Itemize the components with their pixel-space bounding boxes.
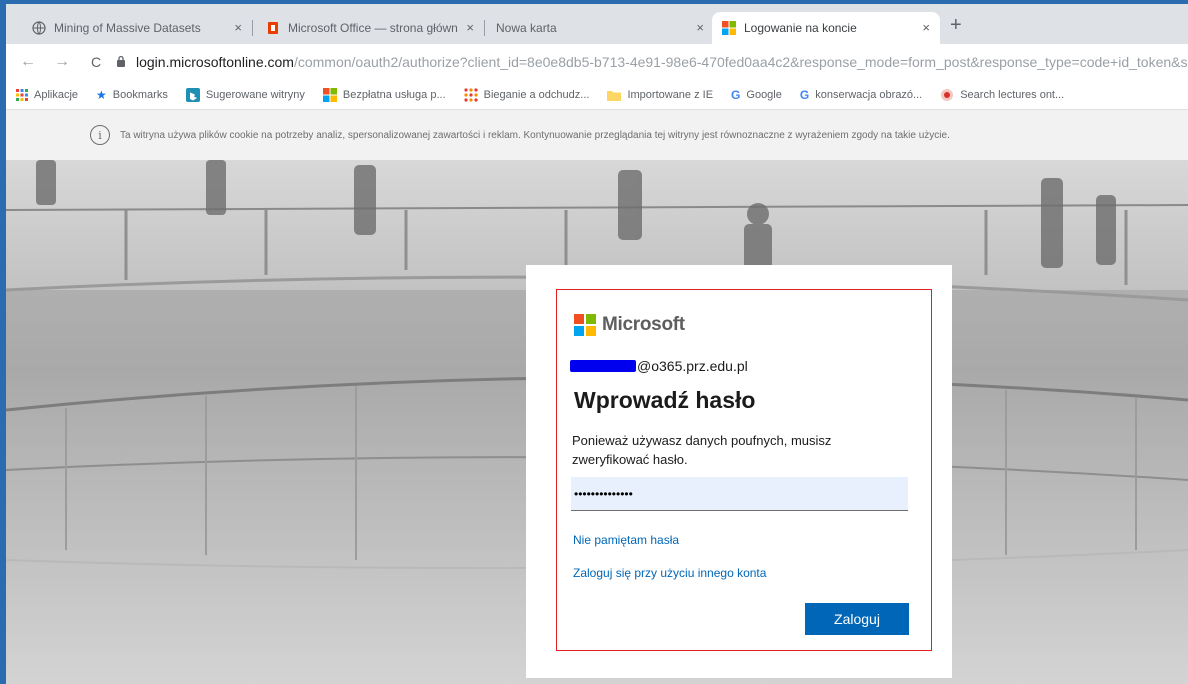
tab-new-tab[interactable]: Nowa karta × [486,12,714,44]
tab-microsoft-office[interactable]: Microsoft Office — strona główn × [256,12,484,44]
star-icon: ★ [96,87,107,102]
microsoft-icon [722,21,736,35]
bookmark-label: Bookmarks [112,88,168,101]
tab-title: Logowanie na koncie [744,21,857,35]
bookmark-konserwacja[interactable]: G konserwacja obrazó... [800,88,922,102]
tab-logowanie-active[interactable]: Logowanie na koncie × [712,12,940,44]
account-identity: @o365.prz.edu.pl [570,358,748,374]
close-icon[interactable]: × [922,20,930,35]
bookmark-label: Search lectures ont... [960,88,1065,101]
close-icon[interactable]: × [696,20,704,35]
bookmark-google[interactable]: G Google [731,88,782,102]
info-icon: i [90,125,110,145]
microsoft-icon [322,87,337,102]
google-icon: G [799,87,810,102]
bookmarks-bar: Aplikacje ★ Bookmarks Sugerowane witryny… [6,80,1188,110]
tab-title: Nowa karta [496,21,557,35]
google-icon: G [731,87,741,102]
tab-separator [484,20,485,36]
bing-icon [185,87,200,102]
forward-button[interactable]: → [50,53,74,71]
new-tab-button[interactable]: + [950,14,962,37]
bookmark-bezplatna-usluga[interactable]: Bezpłatna usługa p... [322,87,446,102]
microsoft-logo-icon [574,314,596,336]
other-account-link[interactable]: Zaloguj się przy użyciu innego konta [573,566,766,580]
reload-button[interactable]: C [84,54,108,70]
brand-name: Microsoft [602,314,685,335]
record-icon [940,88,954,102]
bookmark-importowane-z-ie[interactable]: Importowane z IE [607,89,713,101]
tab-separator [252,20,253,36]
forgot-password-link[interactable]: Nie pamiętam hasła [573,533,679,547]
bookmark-label: Bezpłatna usługa p... [342,88,446,101]
tab-strip: Mining of Massive Datasets × Microsoft O… [6,4,1188,44]
bookmark-sugerowane-witryny[interactable]: Sugerowane witryny [185,87,305,102]
bookmark-label: Google [746,88,782,101]
tab-title: Mining of Massive Datasets [54,21,201,35]
folder-icon [607,89,622,101]
bookmark-label: Aplikacje [34,88,79,101]
apps-grid-icon [16,88,28,101]
address-bar[interactable]: login.microsoftonline.com/common/oauth2/… [116,49,1188,75]
cookie-banner-text: Ta witryna używa plików cookie na potrze… [120,129,950,141]
dots-icon [464,87,478,102]
page-title: Wprowadź hasło [574,387,756,413]
password-field[interactable] [571,477,908,511]
highlight-box [556,289,932,651]
bookmark-label: Sugerowane witryny [205,88,305,101]
tab-title: Microsoft Office — strona główn [288,21,458,35]
brand-row: Microsoft [574,314,685,336]
account-suffix: @o365.prz.edu.pl [637,358,748,374]
back-button[interactable]: ← [16,53,40,71]
tab-mining-datasets[interactable]: Mining of Massive Datasets × [22,12,252,44]
bookmark-aplikacje[interactable]: Aplikacje [16,88,79,101]
lock-icon [116,55,126,70]
page-content: i Ta witryna używa plików cookie na potr… [6,110,1188,684]
url-path: /common/oauth2/authorize?client_id=8e0e8… [293,54,1188,70]
cookie-banner: i Ta witryna używa plików cookie na potr… [6,110,1188,160]
close-icon[interactable]: × [234,20,242,35]
signin-card: Microsoft @o365.prz.edu.pl Wprowadź hasł… [526,265,952,678]
redacted-username [570,360,636,372]
bookmark-bookmarks[interactable]: ★ Bookmarks [96,88,168,102]
url-host: login.microsoftonline.com [136,54,294,70]
bookmark-label: Bieganie a odchudz... [483,88,590,101]
globe-icon [32,21,46,35]
browser-toolbar: ← → C login.microsoftonline.com/common/o… [6,44,1188,80]
close-icon[interactable]: × [466,20,474,35]
bookmark-search-lectures[interactable]: Search lectures ont... [940,88,1064,102]
browser-window: Mining of Massive Datasets × Microsoft O… [0,0,1188,684]
signin-button[interactable]: Zaloguj [805,603,909,635]
bookmark-bieganie[interactable]: Bieganie a odchudz... [464,87,590,102]
signin-description: Ponieważ używasz danych poufnych, musisz… [572,433,832,467]
office-icon [266,21,280,35]
bookmark-label: Importowane z IE [627,88,714,101]
bookmark-label: konserwacja obrazó... [815,88,923,101]
